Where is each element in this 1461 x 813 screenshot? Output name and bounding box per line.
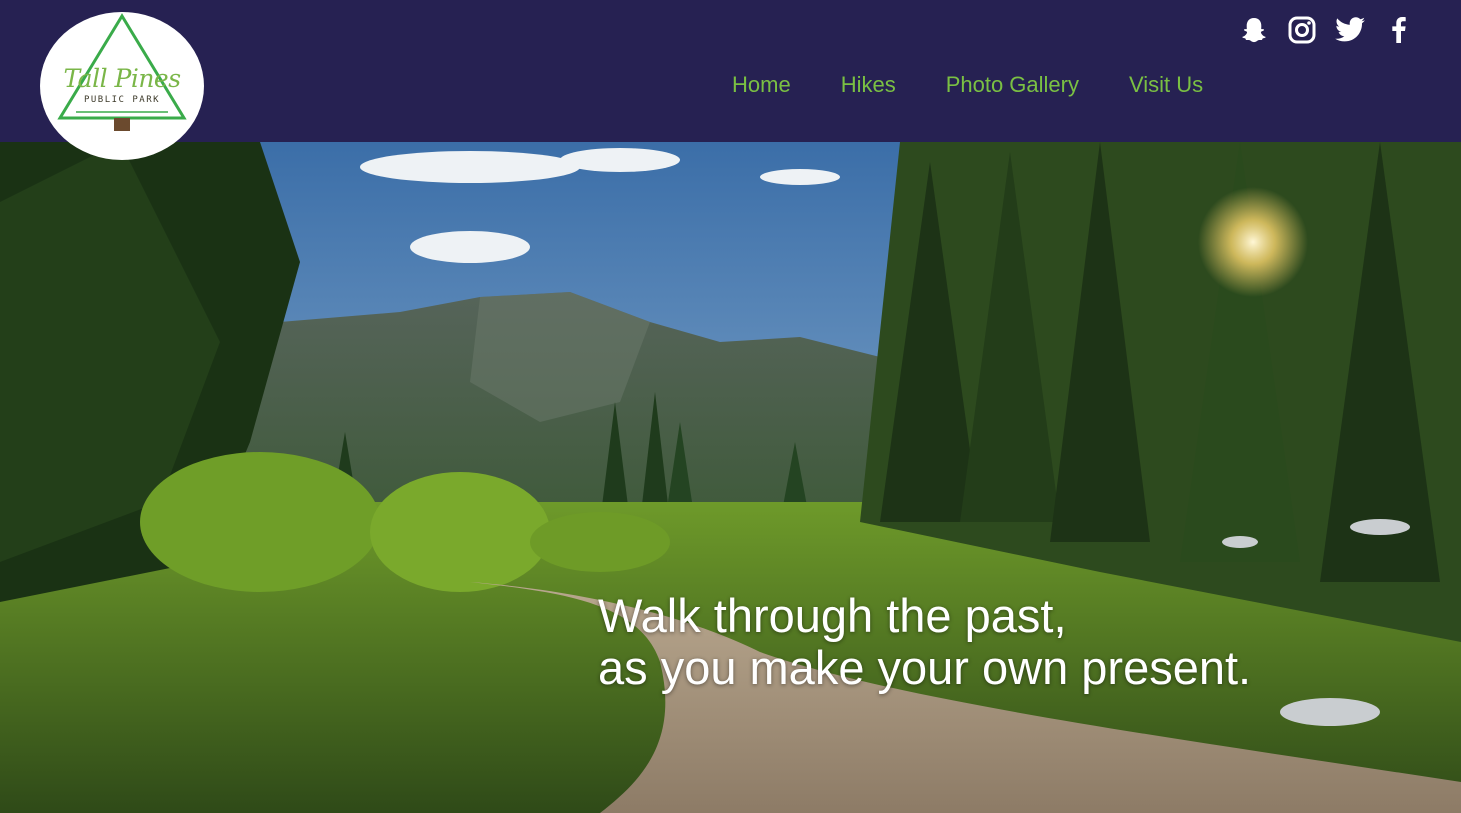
instagram-icon[interactable] <box>1285 14 1319 46</box>
twitter-icon[interactable] <box>1333 14 1367 46</box>
forest-trail-image <box>0 142 1461 813</box>
hero-tagline-line1: Walk through the past, <box>598 589 1067 642</box>
nav-item-visit-us[interactable]: Visit Us <box>1129 72 1203 98</box>
main-nav: Home Hikes Photo Gallery Visit Us <box>732 72 1203 98</box>
site-header: Home Hikes Photo Gallery Visit Us <box>0 0 1461 142</box>
nav-item-home[interactable]: Home <box>732 72 791 98</box>
hero-tagline-line2: as you make your own present. <box>598 641 1252 694</box>
social-links <box>1237 14 1415 46</box>
logo-title: Tall Pines <box>63 64 181 93</box>
nav-item-photo-gallery[interactable]: Photo Gallery <box>946 72 1079 98</box>
hero-banner: Walk through the past, as you make your … <box>0 142 1461 813</box>
site-logo[interactable]: Tall Pines PUBLIC PARK <box>40 12 204 160</box>
logo-subtitle: PUBLIC PARK <box>83 95 161 105</box>
hero-tagline: Walk through the past, as you make your … <box>598 590 1251 694</box>
facebook-icon[interactable] <box>1381 14 1415 46</box>
snapchat-icon[interactable] <box>1237 14 1271 46</box>
nav-item-hikes[interactable]: Hikes <box>841 72 896 98</box>
